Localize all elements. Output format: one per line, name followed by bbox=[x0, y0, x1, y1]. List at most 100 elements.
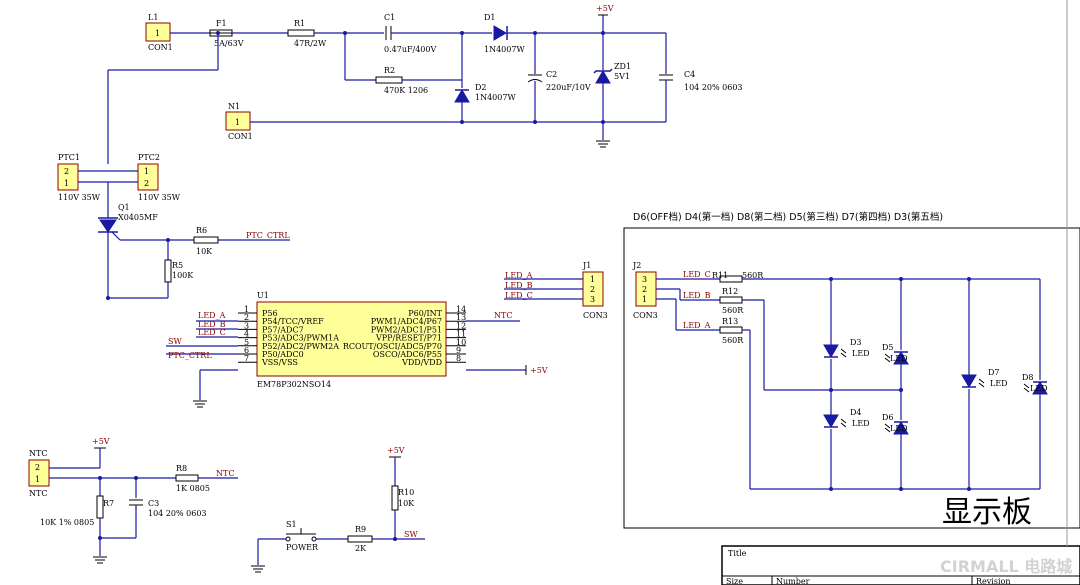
net-label-led-c-j1: LED_C bbox=[505, 291, 533, 300]
svg-text:+5V: +5V bbox=[530, 366, 548, 375]
led-value-label: LED bbox=[1030, 384, 1048, 393]
svg-text:R10: R10 bbox=[398, 488, 414, 497]
net-label-led-a-j2: LED_A bbox=[683, 321, 711, 330]
resistor-r7: R7 10K 1% 0805 bbox=[40, 495, 114, 527]
svg-text:CON1: CON1 bbox=[228, 132, 253, 141]
led-ref-label: D7 bbox=[988, 368, 1000, 377]
svg-text:110V 35W: 110V 35W bbox=[138, 193, 181, 202]
led-d5: D5 LED bbox=[882, 343, 909, 365]
resistor-r12: R12 560R bbox=[719, 287, 744, 315]
connector-j2: 3 2 1 J2 CON3 bbox=[632, 261, 658, 320]
svg-text:J1: J1 bbox=[582, 261, 591, 270]
net-label-led-c-u1: LED_C bbox=[198, 328, 226, 337]
ground-symbol-4 bbox=[251, 565, 265, 573]
svg-text:R5: R5 bbox=[172, 261, 183, 270]
svg-text:Title: Title bbox=[728, 549, 747, 558]
diode-d2: D2 1N4007W bbox=[454, 83, 516, 103]
led-ref-label: D3 bbox=[850, 338, 862, 347]
svg-text:+5V: +5V bbox=[596, 4, 614, 13]
svg-text:N1: N1 bbox=[228, 102, 240, 111]
svg-text:F1: F1 bbox=[216, 19, 227, 28]
svg-text:R7: R7 bbox=[103, 499, 114, 508]
schematic: 1 L1 CON1 F1 5A/63V R1 47R/2W C1 0.47uF/… bbox=[28, 0, 1080, 585]
svg-text:PTC2: PTC2 bbox=[138, 153, 160, 162]
svg-text:R9: R9 bbox=[355, 525, 366, 534]
ground-symbol-2 bbox=[193, 400, 207, 408]
display-modes-header: D6(OFF档) D4(第一档) D8(第二档) D5(第三档) D7(第四档)… bbox=[633, 211, 943, 223]
svg-text:220uF/10V: 220uF/10V bbox=[546, 83, 591, 92]
net-label-led-b-j2: LED_B bbox=[683, 291, 711, 300]
connector-ntc: 2 1 NTC NTC bbox=[28, 449, 50, 498]
connector-ptc2: 1 2 PTC2 110V 35W bbox=[137, 153, 181, 202]
svg-text:D2: D2 bbox=[475, 83, 487, 92]
svg-text:5V1: 5V1 bbox=[614, 72, 630, 81]
svg-text:C1: C1 bbox=[384, 13, 395, 22]
triac-q1: Q1 X0405MF bbox=[98, 203, 158, 233]
svg-text:EM78P302NSO14: EM78P302NSO14 bbox=[257, 380, 331, 389]
net-label-led-a-u1: LED_A bbox=[198, 311, 226, 320]
vcc-symbol-ntc: +5V bbox=[92, 437, 110, 449]
net-label-led-c-j2: LED_C bbox=[683, 270, 711, 279]
svg-text:CON3: CON3 bbox=[583, 311, 608, 320]
svg-text:R1: R1 bbox=[294, 19, 305, 28]
svg-text:0.47uF/400V: 0.47uF/400V bbox=[384, 45, 436, 54]
svg-text:1: 1 bbox=[144, 167, 149, 176]
switch-s1: S1 POWER bbox=[285, 520, 319, 552]
net-label-ptc-ctrl: PTC_CTRL bbox=[246, 231, 290, 240]
svg-text:S1: S1 bbox=[286, 520, 297, 529]
svg-text:L1: L1 bbox=[148, 13, 158, 22]
u1-left-pin-name: VSS/VSS bbox=[261, 358, 298, 367]
svg-text:R11: R11 bbox=[712, 271, 728, 280]
net-label-ntc: NTC bbox=[216, 469, 234, 478]
svg-text:2: 2 bbox=[642, 285, 647, 294]
ground-symbol-3 bbox=[93, 556, 107, 564]
svg-text:3: 3 bbox=[590, 295, 595, 304]
led-value-label: LED bbox=[890, 354, 908, 363]
svg-text:2: 2 bbox=[144, 179, 149, 188]
connector-ptc1: 2 1 PTC1 110V 35W bbox=[57, 153, 101, 202]
led-value-label: LED bbox=[852, 419, 870, 428]
svg-text:NTC: NTC bbox=[29, 449, 47, 458]
svg-text:100K: 100K bbox=[172, 271, 194, 280]
resistor-r11: R11 560R bbox=[712, 271, 764, 283]
led-ref-label: D8 bbox=[1022, 373, 1034, 382]
svg-text:104 20% 0603: 104 20% 0603 bbox=[148, 509, 207, 518]
svg-text:J2: J2 bbox=[632, 261, 641, 270]
u1-right-pin-number: 8 bbox=[456, 354, 461, 363]
watermark: CIRMALL 电路城 bbox=[940, 557, 1072, 576]
svg-text:2: 2 bbox=[35, 463, 40, 472]
svg-text:10K: 10K bbox=[398, 499, 415, 508]
led-ref-label: D4 bbox=[850, 408, 862, 417]
svg-text:560R: 560R bbox=[722, 306, 744, 315]
resistor-r9: R9 2K bbox=[347, 525, 373, 553]
svg-text:R2: R2 bbox=[384, 66, 395, 75]
svg-text:Q1: Q1 bbox=[118, 203, 130, 212]
resistor-r10: R10 10K bbox=[391, 485, 415, 511]
svg-text:PTC1: PTC1 bbox=[58, 153, 80, 162]
vcc-symbol-sw: +5V bbox=[387, 446, 405, 458]
connector-l1: 1 L1 CON1 bbox=[145, 13, 173, 52]
led-value-label: LED bbox=[890, 424, 908, 433]
svg-text:1N4007W: 1N4007W bbox=[484, 45, 525, 54]
vcc-symbol-u1: +5V bbox=[525, 365, 548, 375]
svg-text:560R: 560R bbox=[722, 336, 744, 345]
net-label-ptc-ctrl-u1: PTC_CTRL bbox=[168, 351, 212, 360]
net-label-led-b-j1: LED_B bbox=[505, 281, 533, 290]
net-label-ntc-u1: NTC bbox=[494, 311, 512, 320]
svg-text:CON3: CON3 bbox=[633, 311, 658, 320]
connector-n1: 1 N1 CON1 bbox=[225, 102, 253, 141]
capacitor-c4: C4 104 20% 0603 bbox=[659, 70, 743, 92]
svg-text:10K 1% 0805: 10K 1% 0805 bbox=[40, 518, 94, 527]
svg-text:ZD1: ZD1 bbox=[614, 62, 631, 71]
connector-j1: 1 2 3 J1 CON3 bbox=[582, 261, 608, 320]
svg-text:110V 35W: 110V 35W bbox=[58, 193, 101, 202]
resistor-r6: R6 10K bbox=[193, 226, 219, 256]
svg-text:2K: 2K bbox=[355, 544, 367, 553]
display-leds: D3 LED D5 LED D4 LED D6 LED D7 LED D8 LED bbox=[823, 338, 1048, 435]
svg-text:R12: R12 bbox=[722, 287, 738, 296]
svg-text:C3: C3 bbox=[148, 499, 159, 508]
svg-text:NTC: NTC bbox=[29, 489, 47, 498]
svg-text:X0405MF: X0405MF bbox=[118, 213, 158, 222]
svg-text:1: 1 bbox=[235, 118, 240, 127]
capacitor-c3: C3 104 20% 0603 bbox=[129, 499, 207, 518]
